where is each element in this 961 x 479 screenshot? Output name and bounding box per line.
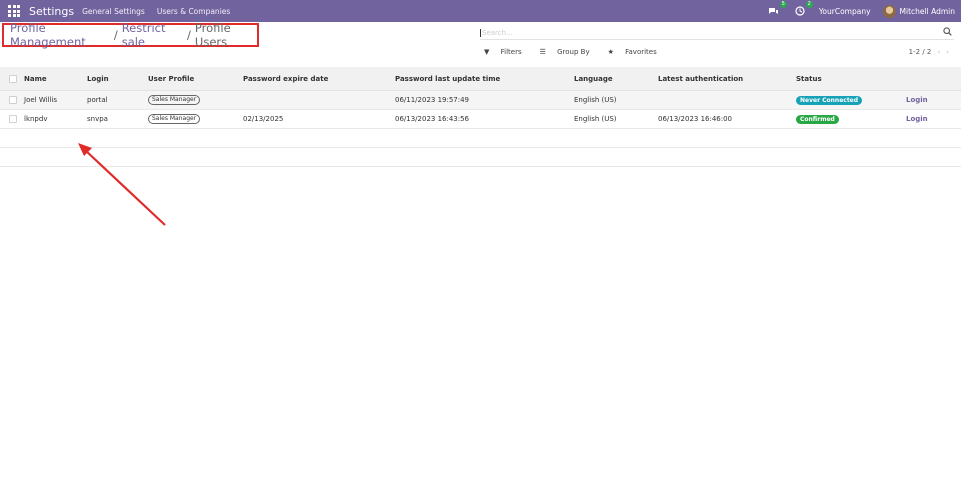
cell-language: English (US) bbox=[574, 115, 617, 123]
star-icon: ★ bbox=[607, 48, 614, 56]
company-switcher[interactable]: YourCompany bbox=[819, 7, 871, 16]
column-header-latest-auth[interactable]: Latest authentication bbox=[658, 67, 743, 90]
main-menu: General Settings Users & Companies bbox=[82, 7, 242, 16]
breadcrumb-separator: / bbox=[113, 28, 118, 42]
messaging-icon[interactable]: 5 bbox=[767, 1, 787, 17]
user-avatar[interactable] bbox=[882, 4, 896, 18]
activity-clock-icon[interactable]: 2 bbox=[793, 1, 813, 17]
favorites-label: Favorites bbox=[625, 48, 657, 56]
users-list: Name Login User Profile Password expire … bbox=[0, 67, 961, 167]
empty-row bbox=[0, 148, 961, 167]
breadcrumb-restrict-sale[interactable]: Restrict sale bbox=[122, 21, 183, 49]
breadcrumb-profile-management[interactable]: Profile Management bbox=[10, 21, 110, 49]
cell-status: Confirmed bbox=[796, 110, 839, 128]
login-as-user-button[interactable]: Login bbox=[906, 115, 928, 123]
status-badge: Confirmed bbox=[796, 114, 839, 124]
filters-button[interactable]: ▼ Filters bbox=[484, 48, 531, 56]
group-by-label: Group By bbox=[557, 48, 590, 56]
cell-action: Login bbox=[906, 91, 928, 109]
status-badge: Never Connected bbox=[796, 95, 863, 105]
select-all-cell bbox=[9, 67, 17, 90]
pager-next-icon[interactable]: › bbox=[946, 48, 949, 56]
pager-previous-icon[interactable]: ‹ bbox=[937, 48, 940, 56]
table-header: Name Login User Profile Password expire … bbox=[0, 67, 961, 91]
column-header-password-update[interactable]: Password last update time bbox=[395, 67, 500, 90]
pager-value[interactable]: 1-2 / 2 bbox=[909, 48, 932, 56]
row-select-cell bbox=[9, 91, 17, 109]
favorites-button[interactable]: ★ Favorites bbox=[608, 48, 666, 56]
cell-password-update: 06/13/2023 16:43:56 bbox=[395, 115, 470, 123]
cell-user-profile: Sales Manager bbox=[148, 91, 201, 109]
app-menu-grid-icon[interactable] bbox=[7, 4, 21, 18]
user-menu[interactable]: Mitchell Admin bbox=[900, 7, 955, 16]
select-all-checkbox[interactable] bbox=[9, 74, 17, 83]
cell-user-profile: Sales Manager bbox=[148, 110, 201, 128]
layers-icon: ☰ bbox=[539, 48, 546, 56]
login-as-user-button[interactable]: Login bbox=[906, 96, 928, 104]
cell-name: Joel Willis bbox=[24, 96, 58, 104]
column-header-password-expire[interactable]: Password expire date bbox=[243, 67, 328, 90]
breadcrumb-separator: / bbox=[187, 28, 191, 42]
activity-count-badge: 2 bbox=[805, 1, 813, 8]
table-row[interactable]: lknpdv snvpa Sales Manager 02/13/2025 06… bbox=[0, 110, 961, 129]
cell-password-expire: 02/13/2025 bbox=[243, 115, 284, 123]
cell-language: English (US) bbox=[574, 96, 617, 104]
column-header-login[interactable]: Login bbox=[87, 67, 109, 90]
empty-row bbox=[0, 129, 961, 148]
cell-login: snvpa bbox=[87, 115, 108, 123]
menu-general-settings[interactable]: General Settings bbox=[82, 7, 145, 16]
menu-users-companies[interactable]: Users & Companies bbox=[157, 7, 230, 16]
cell-latest-auth: 06/13/2023 16:46:00 bbox=[658, 115, 733, 123]
group-by-button[interactable]: ☰ Group By bbox=[540, 48, 599, 56]
cell-name: lknpdv bbox=[24, 115, 48, 123]
user-profile-tag: Sales Manager bbox=[148, 95, 201, 105]
cell-password-update: 06/11/2023 19:57:49 bbox=[395, 96, 470, 104]
user-profile-tag: Sales Manager bbox=[148, 114, 201, 124]
search-icon[interactable] bbox=[943, 27, 952, 38]
filter-funnel-icon: ▼ bbox=[484, 48, 490, 56]
column-header-language[interactable]: Language bbox=[574, 67, 613, 90]
cell-login: portal bbox=[87, 96, 108, 104]
row-checkbox[interactable] bbox=[9, 96, 17, 104]
breadcrumb-current-page: Profile Users bbox=[194, 21, 231, 49]
row-select-cell bbox=[9, 110, 17, 128]
messages-count-badge: 5 bbox=[779, 1, 787, 8]
filters-label: Filters bbox=[500, 48, 522, 56]
column-header-status[interactable]: Status bbox=[796, 67, 822, 90]
app-title[interactable]: Settings bbox=[29, 5, 74, 18]
systray: 5 2 YourCompany Mitchell Admin bbox=[767, 1, 955, 18]
search-options: ▼ Filters ☰ Group By ★ Favorites bbox=[484, 48, 675, 56]
pager: 1-2 / 2 ‹ › bbox=[909, 48, 949, 56]
search-bar bbox=[480, 26, 954, 40]
cell-status: Never Connected bbox=[796, 91, 863, 109]
column-header-name[interactable]: Name bbox=[24, 67, 47, 90]
top-navbar: Settings General Settings Users & Compan… bbox=[0, 0, 961, 22]
column-header-user-profile[interactable]: User Profile bbox=[148, 67, 194, 90]
breadcrumb: Profile Management / Restrict sale / Pro… bbox=[2, 21, 259, 49]
cell-action: Login bbox=[906, 110, 928, 128]
table-row[interactable]: Joel Willis portal Sales Manager 06/11/2… bbox=[0, 91, 961, 110]
row-checkbox[interactable] bbox=[9, 115, 17, 123]
search-input[interactable] bbox=[480, 28, 943, 37]
